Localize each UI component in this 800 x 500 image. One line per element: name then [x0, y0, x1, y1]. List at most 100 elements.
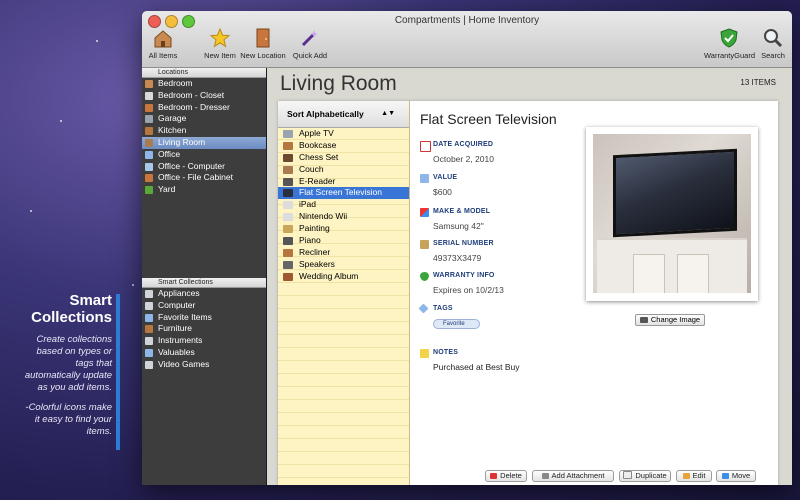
sidebar-item-office[interactable]: Office	[142, 149, 266, 161]
list-item[interactable]: Flat Screen Television	[278, 187, 409, 200]
duplicate-button[interactable]: Duplicate	[619, 470, 671, 482]
item-icon	[283, 130, 293, 138]
new-item-button[interactable]: New Item	[200, 27, 240, 60]
value-label: VALUE	[433, 174, 458, 181]
search-button[interactable]: Search	[758, 27, 788, 60]
television-image	[613, 148, 737, 238]
sidebar-item-bedroom-dresser[interactable]: Bedroom - Dresser	[142, 102, 266, 114]
delete-label: Delete	[500, 471, 522, 480]
delete-button[interactable]: Delete	[485, 470, 527, 482]
list-item[interactable]: Wedding Album	[278, 271, 409, 283]
list-item[interactable]: E-Reader	[278, 176, 409, 188]
warranty-info-label: WARRANTY INFO	[433, 272, 495, 279]
smart-collection-video-games[interactable]: Video Games	[142, 359, 266, 371]
add-attachment-label: Add Attachment	[551, 471, 605, 480]
item-rows: Apple TV Bookcase Chess Set Couch E-Reader Fl…	[278, 128, 409, 283]
cabinet-icon	[145, 174, 153, 183]
list-item[interactable]: Painting	[278, 223, 409, 235]
list-item[interactable]: Apple TV	[278, 128, 409, 140]
magic-wand-icon	[301, 30, 318, 47]
leaf-icon	[145, 186, 153, 195]
list-item[interactable]: Nintendo Wii	[278, 211, 409, 223]
quick-add-button[interactable]: Quick Add	[290, 27, 330, 60]
list-item-label: Piano	[299, 235, 321, 246]
item-count: 13 ITEMS	[740, 78, 776, 87]
computer-icon	[145, 162, 153, 171]
serial-number-value: 49373X3479	[433, 253, 482, 263]
notes-label: NOTES	[433, 349, 459, 356]
change-image-button[interactable]: Change Image	[635, 314, 705, 326]
list-item-label: Recliner	[299, 246, 331, 257]
list-item[interactable]: Speakers	[278, 259, 409, 271]
gear-icon	[145, 290, 153, 298]
sidebar-item-office-computer[interactable]: Office - Computer	[142, 161, 266, 173]
item-list: Sort Alphabetically ▲▼ Apple TV Bookcase C…	[278, 101, 410, 485]
item-icon	[283, 213, 293, 222]
gear-icon	[145, 337, 153, 346]
window-title: Compartments | Home Inventory	[394, 15, 540, 26]
smart-collections-section: Smart Collections Appliances Computer Favo…	[142, 278, 266, 371]
new-location-button[interactable]: New Location	[240, 27, 286, 60]
sort-label: Sort Alphabetically	[287, 109, 364, 119]
new-location-label: New Location	[240, 51, 286, 60]
item-icon	[283, 141, 293, 150]
sidebar-item-yard[interactable]: Yard	[142, 184, 266, 196]
house-icon	[154, 30, 172, 48]
date-acquired-label: DATE ACQUIRED	[433, 141, 494, 148]
sidebar-item-kitchen[interactable]: Kitchen	[142, 125, 266, 137]
tag-icon	[418, 303, 429, 314]
list-item-label: Speakers	[299, 258, 335, 269]
item-icon	[283, 272, 293, 281]
price-tag-icon	[420, 174, 429, 183]
item-icon	[283, 177, 293, 186]
sidebar-item-bedroom-closet[interactable]: Bedroom - Closet	[142, 90, 266, 102]
list-item[interactable]: Bookcase	[278, 140, 409, 152]
warranty-guard-label: WarrantyGuard	[704, 51, 755, 60]
add-attachment-button[interactable]: Add Attachment	[532, 470, 614, 482]
smart-collection-appliances[interactable]: Appliances	[142, 288, 266, 300]
sidebar: Locations Bedroom Bedroom - Closet Bedroom…	[142, 68, 267, 485]
promo-title: Smart Collections	[31, 292, 112, 326]
list-item[interactable]: iPad	[278, 199, 409, 211]
globe-icon	[145, 150, 153, 159]
list-item-label: Wedding Album	[299, 270, 359, 281]
list-item[interactable]: Recliner	[278, 247, 409, 259]
list-item[interactable]: Couch	[278, 164, 409, 176]
item-icon	[283, 248, 293, 257]
shield-icon	[420, 272, 429, 281]
smart-collection-favorite-items[interactable]: Favorite Items	[142, 312, 266, 324]
sofa-icon	[145, 138, 153, 147]
smart-collection-label: Computer	[158, 299, 196, 310]
sidebar-item-living-room[interactable]: Living Room	[142, 136, 266, 149]
sidebar-item-label: Kitchen	[158, 125, 187, 136]
camera-icon	[639, 317, 648, 323]
door-icon	[145, 91, 153, 100]
sidebar-item-bedroom[interactable]: Bedroom	[142, 78, 266, 90]
sidebar-item-office-file-cabinet[interactable]: Office - File Cabinet	[142, 172, 266, 184]
notes-value: Purchased at Best Buy	[433, 362, 520, 372]
star	[60, 120, 62, 122]
move-button[interactable]: Move	[716, 470, 756, 482]
list-item[interactable]: Piano	[278, 235, 409, 247]
list-item[interactable]: Chess Set	[278, 152, 409, 164]
smart-collection-instruments[interactable]: Instruments	[142, 335, 266, 347]
star	[132, 284, 134, 286]
tag-pill[interactable]: Favorite	[433, 319, 480, 329]
smart-collection-label: Favorite Items	[158, 311, 212, 322]
smart-collection-valuables[interactable]: Valuables	[142, 347, 266, 359]
smart-collection-furniture[interactable]: Furniture	[142, 323, 266, 335]
gear-icon	[145, 301, 153, 310]
sidebar-item-garage[interactable]: Garage	[142, 113, 266, 125]
list-item-label: Painting	[299, 223, 330, 234]
main-content: Living Room 13 ITEMS Sort Alphabetically…	[267, 68, 792, 485]
item-icon	[283, 165, 293, 174]
all-items-button[interactable]: All Items	[145, 27, 181, 60]
smart-collection-computer[interactable]: Computer	[142, 300, 266, 312]
make-model-value: Samsung 42"	[433, 221, 484, 231]
all-items-label: All Items	[148, 51, 178, 60]
warranty-guard-button[interactable]: WarrantyGuard	[704, 27, 755, 60]
sort-selector[interactable]: Sort Alphabetically ▲▼	[278, 101, 409, 128]
edit-button[interactable]: Edit	[676, 470, 712, 482]
garage-icon	[145, 115, 153, 124]
item-icon	[283, 225, 293, 234]
